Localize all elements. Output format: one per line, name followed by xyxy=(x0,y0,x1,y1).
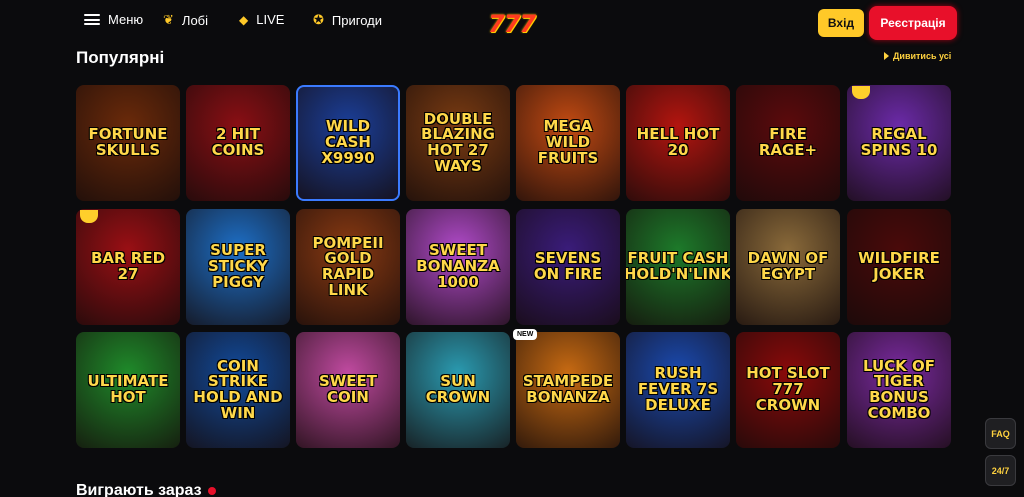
game-tile[interactable]: Luck of Tiger Bonus Combo xyxy=(847,332,951,448)
trophy-icon: ✪ xyxy=(313,12,324,27)
game-title: Ultimate Hot xyxy=(87,372,169,406)
game-title: Double Blazing Hot 27 Ways xyxy=(421,109,495,175)
game-title: Sweet Bonanza 1000 xyxy=(416,241,500,291)
game-tile[interactable]: Regal Spins 10 xyxy=(847,85,951,201)
game-tile[interactable]: Hot Slot 777 Crown xyxy=(736,332,840,448)
winning-now-label: Виграють зараз xyxy=(76,482,202,497)
nav-item-live[interactable]: ◆ LIVE xyxy=(239,12,284,27)
game-tile[interactable]: Sevens on Fire xyxy=(516,209,620,325)
game-title: Fruit Cash Hold'n'Link xyxy=(626,249,730,283)
game-title: Fortune Skulls xyxy=(88,125,168,159)
game-tile[interactable]: Bar Red 27 xyxy=(76,209,180,325)
play-icon xyxy=(884,52,889,60)
live-dot-icon xyxy=(207,487,216,495)
support-chat-button[interactable]: 24/7 xyxy=(985,455,1016,486)
game-tile[interactable]: Wildfire Joker xyxy=(847,209,951,325)
game-title: Hell Hot 20 xyxy=(636,125,720,159)
game-title: Sevens on Fire xyxy=(533,249,603,283)
game-tile[interactable]: Fruit Cash Hold'n'Link xyxy=(626,209,730,325)
cherry-icon: ❦ xyxy=(163,12,174,27)
new-badge: NEW xyxy=(513,329,538,340)
register-button[interactable]: Реєстрація xyxy=(869,6,957,40)
chip-icon: ◆ xyxy=(239,12,249,27)
game-tile[interactable]: Wild Cash X9990 xyxy=(296,85,400,201)
hamburger-icon xyxy=(84,14,100,25)
section-title-popular: Популярні xyxy=(76,48,165,67)
game-title: Wild Cash X9990 xyxy=(321,117,375,167)
game-title: Rush Fever 7s Deluxe xyxy=(637,364,719,414)
game-title: Mega Wild Fruits xyxy=(537,117,599,167)
top-navigation-bar: Меню ❦ Лобі ◆ LIVE ✪ Пригоди 777 Вхід Ре… xyxy=(0,0,1024,44)
game-tile[interactable]: Sun Crown xyxy=(406,332,510,448)
game-tile[interactable]: Double Blazing Hot 27 Ways xyxy=(406,85,510,201)
live-label: LIVE xyxy=(256,12,285,27)
game-tile[interactable]: Pompeii Gold Rapid Link xyxy=(296,209,400,325)
game-tile[interactable]: Fire Rage+ xyxy=(736,85,840,201)
section-title-winning-now: Виграють зараз xyxy=(76,482,216,497)
game-title: Stampede Bonanza xyxy=(522,372,614,406)
game-tile[interactable]: Stampede Bonanza xyxy=(516,332,620,448)
game-tile[interactable]: Sweet Bonanza 1000 xyxy=(406,209,510,325)
game-tile[interactable]: Dawn of Egypt xyxy=(736,209,840,325)
game-tile[interactable]: Rush Fever 7s Deluxe xyxy=(626,332,730,448)
game-tile[interactable]: Hell Hot 20 xyxy=(626,85,730,201)
game-title: Regal Spins 10 xyxy=(860,125,938,159)
game-title: Super Sticky Piggy xyxy=(207,241,269,291)
lobby-label: Лобі xyxy=(181,12,209,28)
game-title: Sweet Coin xyxy=(318,372,378,406)
game-tile[interactable]: Sweet Coin xyxy=(296,332,400,448)
game-title: Bar Red 27 xyxy=(90,249,166,283)
game-title: Hot Slot 777 Crown xyxy=(746,364,830,414)
game-title: 2 Hit Coins xyxy=(211,125,265,159)
login-button[interactable]: Вхід xyxy=(818,9,864,37)
game-tile[interactable]: 2 Hit Coins xyxy=(186,85,290,201)
game-title: Coin Strike Hold and Win xyxy=(193,356,283,422)
game-title: Luck of Tiger Bonus Combo xyxy=(862,356,936,422)
nav-item-adventures[interactable]: ✪ Пригоди xyxy=(313,12,382,28)
adventures-label: Пригоди xyxy=(331,12,382,28)
menu-label: Меню xyxy=(108,12,144,27)
nav-item-lobby[interactable]: ❦ Лобі xyxy=(163,12,208,28)
game-tile[interactable]: Ultimate Hot xyxy=(76,332,180,448)
game-tile[interactable]: Super Sticky Piggy xyxy=(186,209,290,325)
menu-button[interactable]: Меню xyxy=(84,12,143,27)
faq-button[interactable]: FAQ xyxy=(985,418,1016,449)
game-title: Dawn of Egypt xyxy=(747,249,829,283)
see-all-label: Дивитись усі xyxy=(893,51,952,61)
game-tile[interactable]: Mega Wild Fruits xyxy=(516,85,620,201)
site-logo[interactable]: 777 xyxy=(488,10,536,38)
game-title: Pompeii Gold Rapid Link xyxy=(312,233,384,299)
game-title: Sun Crown xyxy=(425,372,491,406)
game-title: Wildfire Joker xyxy=(858,249,940,283)
game-tile[interactable]: Fortune Skulls xyxy=(76,85,180,201)
see-all-link[interactable]: Дивитись усі xyxy=(884,51,951,61)
game-tile[interactable]: Coin Strike Hold and Win xyxy=(186,332,290,448)
game-title: Fire Rage+ xyxy=(758,125,818,159)
